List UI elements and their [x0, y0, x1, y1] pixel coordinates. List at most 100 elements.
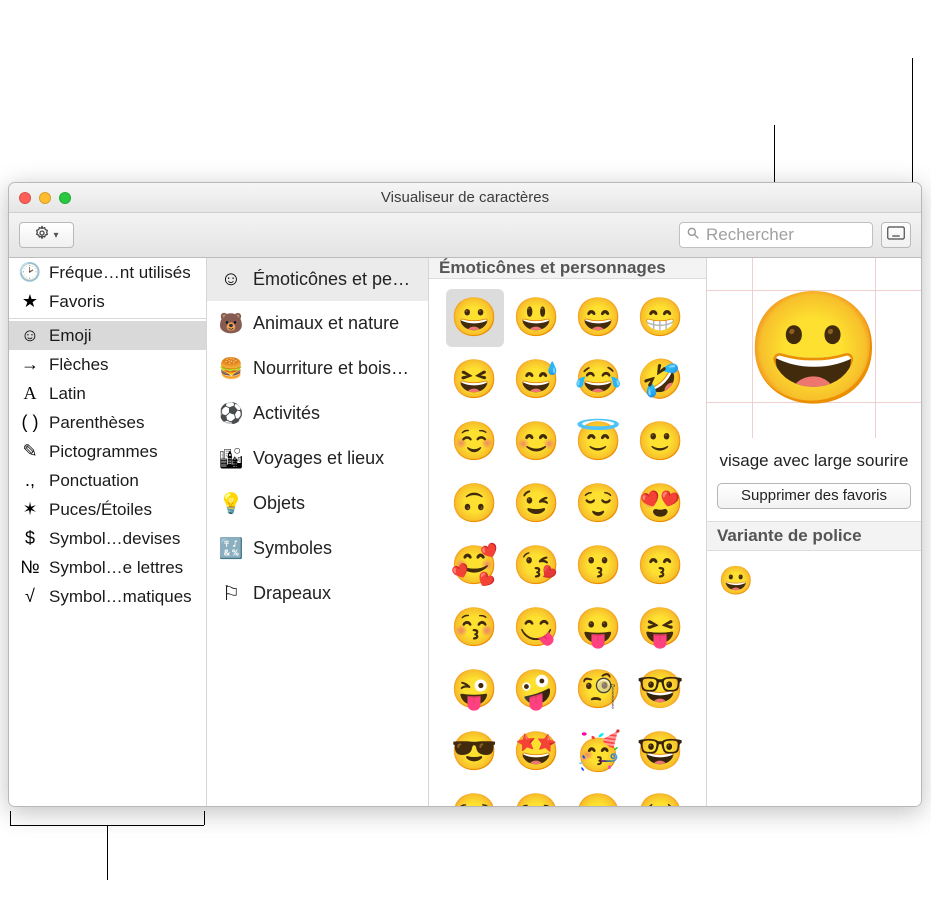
- emoji-cell[interactable]: 😀: [446, 289, 504, 347]
- subcategory-item[interactable]: 🐻Animaux et nature: [207, 301, 428, 346]
- subcategory-item[interactable]: ☺Émoticônes et per…: [207, 258, 428, 301]
- sidebar-item-label: Ponctuation: [49, 471, 139, 491]
- emoji-cell[interactable]: 😃: [508, 289, 566, 347]
- emoji-cell[interactable]: 😅: [508, 351, 566, 409]
- zoom-window-button[interactable]: [59, 192, 71, 204]
- toolbar: ▾: [9, 213, 921, 258]
- callout-bracket-right-tick: [204, 811, 205, 825]
- subcategory-icon: ☺: [219, 268, 243, 291]
- emoji-cell[interactable]: 🤪: [508, 661, 566, 719]
- font-variant-cell[interactable]: 😀: [717, 561, 755, 599]
- sidebar-item-label: Puces/Étoiles: [49, 500, 152, 520]
- sidebar-item-label: Fréque…nt utilisés: [49, 263, 191, 283]
- emoji-cell[interactable]: 😚: [446, 599, 504, 657]
- emoji-cell[interactable]: 😙: [632, 537, 690, 595]
- sidebar-item[interactable]: √Symbol…matiques: [9, 582, 206, 611]
- sidebar-item[interactable]: ★Favoris: [9, 287, 206, 316]
- emoji-cell[interactable]: 😗: [570, 537, 628, 595]
- emoji-cell[interactable]: 😊: [508, 413, 566, 471]
- sidebar-item-label: Symbol…e lettres: [49, 558, 183, 578]
- emoji-cell[interactable]: 😋: [508, 599, 566, 657]
- category-icon: →: [19, 354, 41, 375]
- sidebar-item-label: Symbol…matiques: [49, 587, 192, 607]
- sidebar-item[interactable]: ., Ponctuation: [9, 466, 206, 495]
- emoji-cell[interactable]: 🥰: [446, 537, 504, 595]
- keyboard-icon: [887, 225, 905, 245]
- window-title: Visualiseur de caractères: [9, 189, 921, 206]
- subcategory-item[interactable]: ⚐Drapeaux: [207, 571, 428, 616]
- emoji-cell[interactable]: 🥳: [570, 723, 628, 781]
- search-field-wrap[interactable]: [679, 222, 873, 248]
- subcategory-icon: 🔣: [219, 536, 243, 561]
- sidebar-item-label: Pictogrammes: [49, 442, 158, 462]
- emoji-cell[interactable]: 😒: [508, 785, 566, 806]
- sidebar-item-label: Parenthèses: [49, 413, 144, 433]
- subcategory-item[interactable]: 💡 Objets: [207, 481, 428, 526]
- emoji-cell[interactable]: 😝: [632, 599, 690, 657]
- character-viewer-window: Visualiseur de caractères ▾: [8, 182, 922, 807]
- sidebar-item[interactable]: ( )Parenthèses: [9, 408, 206, 437]
- subcategory-label: Symboles: [253, 538, 332, 559]
- emoji-cell[interactable]: 😁: [632, 289, 690, 347]
- emoji-cell[interactable]: 😉: [508, 475, 566, 533]
- subcategory-item[interactable]: 🏙Voyages et lieux: [207, 436, 428, 481]
- emoji-cell[interactable]: 😎: [446, 723, 504, 781]
- callout-bracket-stem: [107, 825, 108, 880]
- emoji-cell[interactable]: 😄: [570, 289, 628, 347]
- emoji-cell[interactable]: 😞: [570, 785, 628, 806]
- subcategory-icon: ⚐: [219, 581, 243, 606]
- chevron-down-icon: ▾: [53, 230, 58, 241]
- remove-favorite-button[interactable]: Supprimer des favoris: [717, 483, 911, 509]
- sidebar-item[interactable]: ✶ Puces/Étoiles: [9, 495, 206, 524]
- emoji-cell[interactable]: 😆: [446, 351, 504, 409]
- category-sidebar: 🕑Fréque…nt utilisés★Favoris ☺Emoji→Flèche…: [9, 258, 207, 806]
- character-name: visage avec large sourire: [707, 438, 921, 477]
- search-input[interactable]: [704, 224, 866, 246]
- font-variant-header: Variante de police: [707, 521, 921, 551]
- emoji-cell[interactable]: 😇: [570, 413, 628, 471]
- sidebar-item-label: Symbol…devises: [49, 529, 180, 549]
- emoji-cell[interactable]: 😔: [632, 785, 690, 806]
- emoji-cell[interactable]: 😜: [446, 661, 504, 719]
- sidebar-item[interactable]: №Symbol…e lettres: [9, 553, 206, 582]
- sidebar-item-label: Emoji: [49, 326, 92, 346]
- sidebar-item[interactable]: ✎Pictogrammes: [9, 437, 206, 466]
- emoji-cell[interactable]: 😌: [570, 475, 628, 533]
- emoji-cell[interactable]: 😍: [632, 475, 690, 533]
- emoji-cell[interactable]: ☺️: [446, 413, 504, 471]
- character-detail-panel: 😀 visage avec large sourire Supprimer de…: [707, 258, 921, 806]
- subcategory-item[interactable]: 🔣 Symboles: [207, 526, 428, 571]
- subcategory-item[interactable]: 🍔Nourriture et bois…: [207, 346, 428, 391]
- collapse-viewer-button[interactable]: [881, 222, 911, 248]
- search-icon: [686, 225, 700, 245]
- emoji-cell[interactable]: 🤣: [632, 351, 690, 409]
- emoji-cell[interactable]: 🙂: [632, 413, 690, 471]
- subcategory-icon: ⚽: [219, 401, 243, 426]
- category-icon: ✶: [19, 499, 41, 520]
- sidebar-item[interactable]: ☺Emoji: [9, 321, 206, 350]
- grid-section-header: Émoticônes et personnages: [429, 258, 706, 279]
- settings-menu-button[interactable]: ▾: [19, 222, 74, 248]
- sidebar-item[interactable]: $Symbol…devises: [9, 524, 206, 553]
- subcategory-label: Objets: [253, 493, 305, 514]
- sidebar-item[interactable]: ALatin: [9, 379, 206, 408]
- subcategory-item[interactable]: ⚽Activités: [207, 391, 428, 436]
- sidebar-item[interactable]: 🕑Fréque…nt utilisés: [9, 258, 206, 287]
- emoji-cell[interactable]: 😛: [570, 599, 628, 657]
- sidebar-item[interactable]: →Flèches: [9, 350, 206, 379]
- titlebar[interactable]: Visualiseur de caractères: [9, 183, 921, 213]
- category-icon: .,: [19, 470, 41, 491]
- minimize-window-button[interactable]: [39, 192, 51, 204]
- category-icon: ★: [19, 291, 41, 312]
- emoji-cell[interactable]: 😘: [508, 537, 566, 595]
- gear-icon: [34, 225, 50, 246]
- emoji-cell[interactable]: 🤩: [508, 723, 566, 781]
- emoji-cell[interactable]: 🤓: [632, 661, 690, 719]
- emoji-cell[interactable]: 😏: [446, 785, 504, 806]
- emoji-cell[interactable]: 🤓: [632, 723, 690, 781]
- close-window-button[interactable]: [19, 192, 31, 204]
- subcategory-icon: 💡: [219, 491, 243, 516]
- emoji-cell[interactable]: 🙃: [446, 475, 504, 533]
- emoji-cell[interactable]: 🧐: [570, 661, 628, 719]
- emoji-cell[interactable]: 😂: [570, 351, 628, 409]
